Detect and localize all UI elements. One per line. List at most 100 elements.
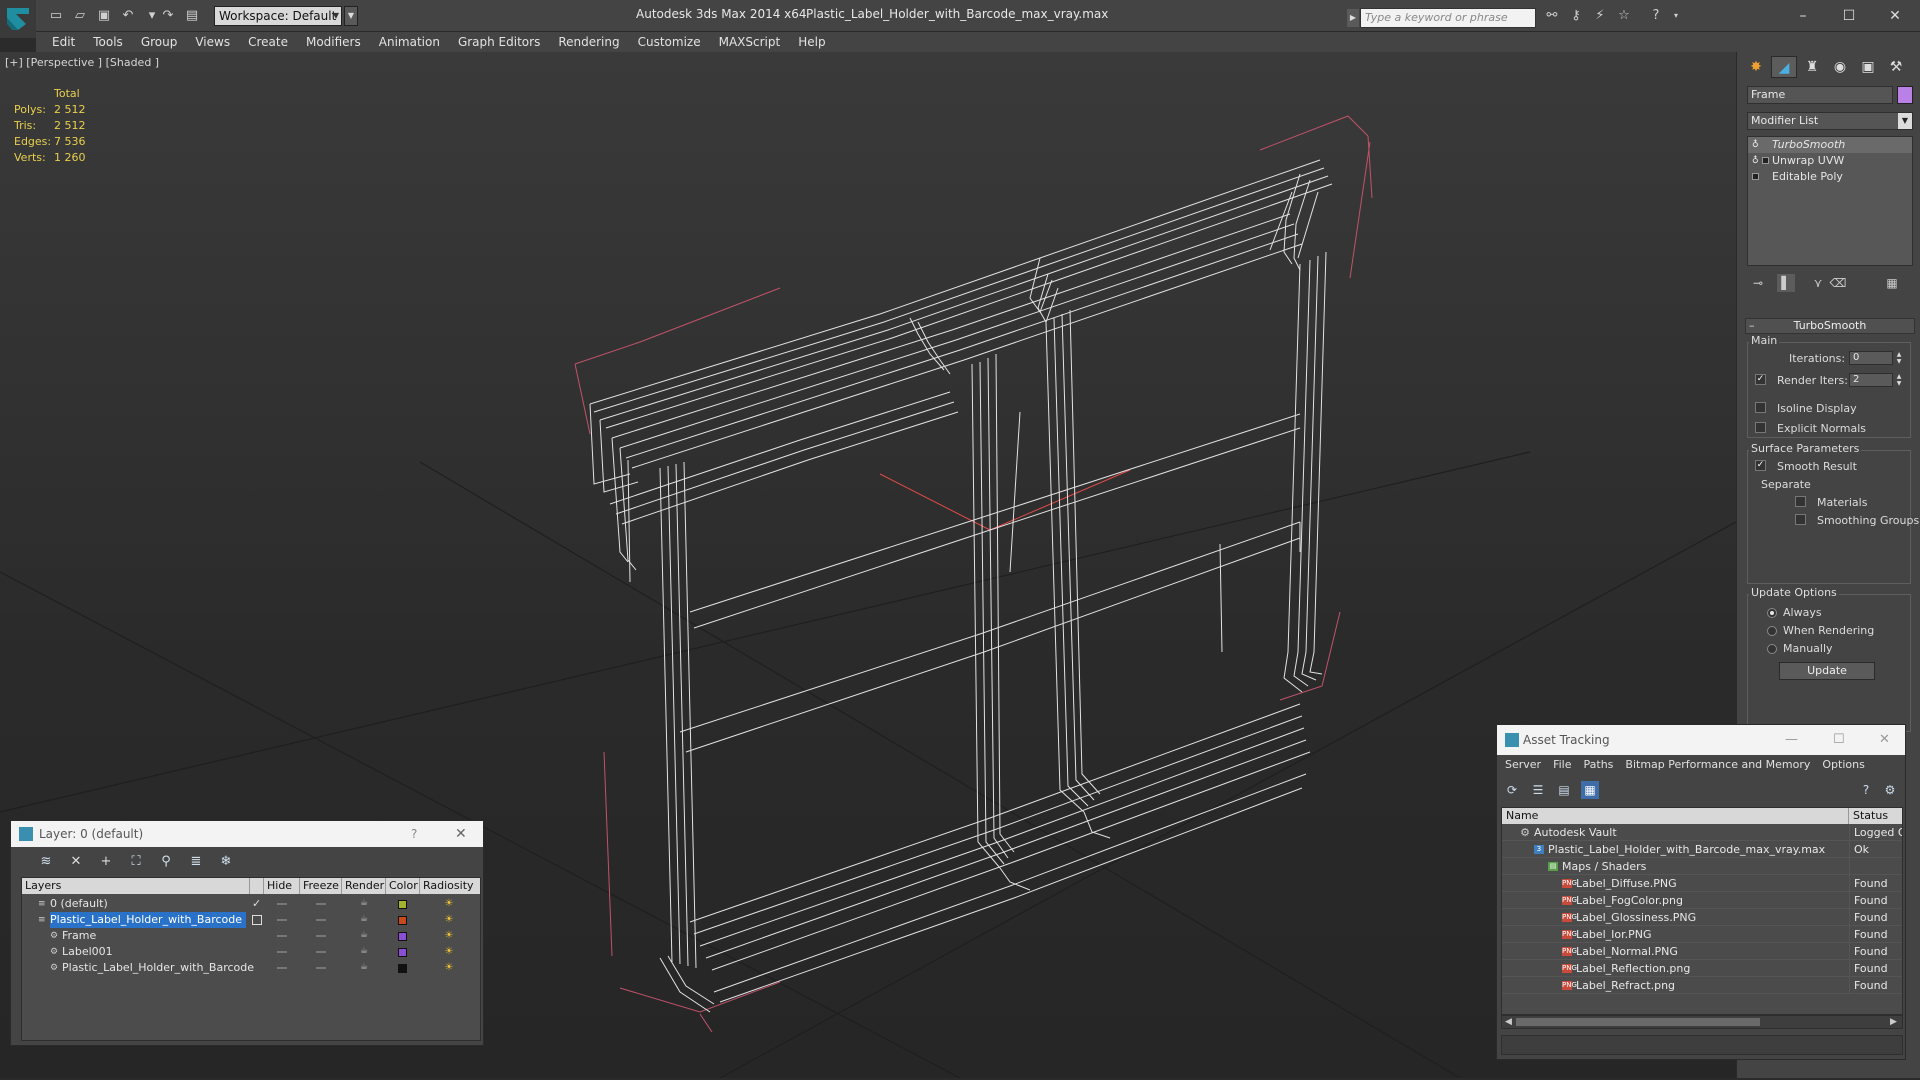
minimize-button[interactable]: – xyxy=(1780,2,1826,30)
object-name-field[interactable]: Frame xyxy=(1747,86,1893,104)
utilities-tab-icon[interactable]: ⚒ xyxy=(1883,56,1909,78)
menu-help[interactable]: Help xyxy=(789,32,834,52)
explicit-normals-checkbox[interactable] xyxy=(1755,422,1766,433)
show-end-result-icon[interactable]: ▌ xyxy=(1777,274,1795,292)
col-render[interactable]: Render xyxy=(342,878,386,894)
stack-item-editable-poly[interactable]: Editable Poly xyxy=(1748,169,1912,185)
render-iters-checkbox[interactable]: ✓ xyxy=(1755,374,1766,385)
asset-row[interactable]: PNG Label_Glossiness.PNG Found xyxy=(1502,909,1902,926)
asset-row[interactable]: 3 Plastic_Label_Holder_with_Barcode_max_v… xyxy=(1502,841,1902,858)
undo-dropdown-icon[interactable]: ▾ xyxy=(144,8,160,24)
always-radio[interactable] xyxy=(1767,608,1777,618)
help-icon[interactable]: ? xyxy=(411,821,417,847)
object-color-swatch[interactable] xyxy=(1897,86,1913,104)
expand-box-icon[interactable] xyxy=(1752,173,1759,180)
menu-rendering[interactable]: Rendering xyxy=(549,32,628,52)
asset-menu-paths[interactable]: Paths xyxy=(1578,755,1620,775)
lightbulb-icon[interactable]: ♁ xyxy=(1752,156,1760,166)
stack-item-unwrap-uvw[interactable]: ♁ Unwrap UVW xyxy=(1748,153,1912,169)
asset-name[interactable]: Label_FogColor.png xyxy=(1576,892,1683,909)
col-hide[interactable]: Hide xyxy=(264,878,300,894)
render-iters-spinner[interactable]: 2 xyxy=(1849,373,1893,387)
layer-name[interactable]: Label001 xyxy=(62,944,117,960)
hide-toggle[interactable] xyxy=(277,903,287,905)
undo-icon[interactable]: ↶ xyxy=(120,8,136,24)
vault-settings-icon[interactable]: ⚙ xyxy=(1881,781,1899,799)
expand-box-icon[interactable] xyxy=(1762,157,1769,164)
menu-graph-editors[interactable]: Graph Editors xyxy=(449,32,549,52)
col-radiosity[interactable]: Radiosity xyxy=(420,878,480,894)
asset-name[interactable]: Label_Ior.PNG xyxy=(1576,926,1652,943)
asset-menu-bitmap[interactable]: Bitmap Performance and Memory xyxy=(1619,755,1816,775)
layer-name[interactable]: 0 (default) xyxy=(50,896,112,912)
isoline-display-checkbox[interactable] xyxy=(1755,402,1766,413)
asset-row[interactable]: ⚙ Autodesk Vault Logged Out xyxy=(1502,824,1902,841)
menu-tools[interactable]: Tools xyxy=(84,32,132,52)
manually-radio[interactable] xyxy=(1767,644,1777,654)
asset-row[interactable]: PNG Label_Ior.PNG Found xyxy=(1502,926,1902,943)
spinner-arrows-icon[interactable]: ▲ ▼ xyxy=(1895,351,1903,365)
remove-modifier-icon[interactable]: ⌫ xyxy=(1829,274,1847,292)
project-folder-icon[interactable]: ▤ xyxy=(184,8,200,24)
scroll-thumb[interactable] xyxy=(1516,1018,1760,1026)
menu-modifiers[interactable]: Modifiers xyxy=(297,32,370,52)
open-file-icon[interactable]: ▱ xyxy=(72,8,88,24)
viewport-label[interactable]: [+] [Perspective ] [Shaded ] xyxy=(5,56,159,69)
asset-dialog-titlebar[interactable]: Asset Tracking — ☐ ✕ xyxy=(1497,725,1905,755)
menu-group[interactable]: Group xyxy=(132,32,187,52)
layer-row[interactable]: ⚙ Frame ☕ ☀ xyxy=(22,928,480,944)
create-layer-icon[interactable]: ≋ xyxy=(37,853,55,871)
freeze-toggle[interactable] xyxy=(316,903,326,905)
configure-sets-icon[interactable]: ▦ xyxy=(1883,274,1901,292)
close-button[interactable]: ✕ xyxy=(1872,2,1918,30)
workspace-select[interactable]: Workspace: Default ▼ xyxy=(214,6,342,26)
lightbulb-icon[interactable]: ♁ xyxy=(1752,140,1760,150)
grid-view-icon[interactable]: ▦ xyxy=(1581,781,1599,799)
layer-row[interactable]: ≡ Plastic_Label_Holder_with_Barcode ☕ ☀ xyxy=(22,912,480,928)
layer-color-swatch[interactable] xyxy=(398,916,407,925)
layer-row[interactable]: ⚙ Label001 ☕ ☀ xyxy=(22,944,480,960)
asset-name[interactable]: Label_Glossiness.PNG xyxy=(1576,909,1696,926)
vault-help-icon[interactable]: ? xyxy=(1857,781,1875,799)
spinner-arrows-icon[interactable]: ▲ ▼ xyxy=(1895,373,1903,387)
scroll-left-icon[interactable]: ◀ xyxy=(1505,1016,1512,1028)
list-view-icon[interactable]: ☰ xyxy=(1529,781,1547,799)
freeze-all-layers-icon[interactable]: ❄ xyxy=(217,853,235,871)
hierarchy-tab-icon[interactable]: ♜ xyxy=(1799,56,1825,78)
asset-name[interactable]: Label_Normal.PNG xyxy=(1576,943,1678,960)
add-to-layer-icon[interactable]: + xyxy=(97,853,115,871)
hide-toggle[interactable] xyxy=(277,951,287,953)
col-color[interactable]: Color xyxy=(386,878,420,894)
stack-item-turbosmooth[interactable]: ♁ TurboSmooth xyxy=(1748,137,1912,153)
asset-name[interactable]: Label_Diffuse.PNG xyxy=(1576,875,1677,892)
app-menu-button[interactable] xyxy=(0,0,36,38)
refresh-icon[interactable]: ⟳ xyxy=(1503,781,1521,799)
col-freeze[interactable]: Freeze xyxy=(300,878,342,894)
quick-access-dropdown[interactable]: ▼ xyxy=(344,6,358,26)
delete-layer-icon[interactable]: ✕ xyxy=(67,853,85,871)
freeze-toggle[interactable] xyxy=(316,967,326,969)
new-file-icon[interactable]: ▭ xyxy=(48,8,64,24)
render-teapot-icon[interactable]: ☕ xyxy=(360,899,370,908)
maximize-button[interactable]: ☐ xyxy=(1826,2,1872,30)
display-tab-icon[interactable]: ▣ xyxy=(1855,56,1881,78)
modify-tab-icon[interactable]: ◢ xyxy=(1771,56,1797,78)
radiosity-icon[interactable]: ☀ xyxy=(442,946,456,958)
key-icon[interactable]: ⚷ xyxy=(1568,8,1584,24)
binoculars-icon[interactable]: ⚯ xyxy=(1544,8,1560,24)
save-file-icon[interactable]: ▣ xyxy=(96,8,112,24)
help-dropdown-icon[interactable]: ▾ xyxy=(1668,8,1684,24)
asset-name[interactable]: Label_Reflection.png xyxy=(1576,960,1690,977)
search-expand-button[interactable]: ▶ xyxy=(1347,9,1359,27)
menu-edit[interactable]: Edit xyxy=(43,32,84,52)
hide-toggle[interactable] xyxy=(277,919,287,921)
maximize-icon[interactable]: ☐ xyxy=(1833,725,1845,755)
radiosity-icon[interactable]: ☀ xyxy=(442,930,456,942)
minimize-icon[interactable]: — xyxy=(1785,725,1798,755)
materials-checkbox[interactable] xyxy=(1795,496,1806,507)
update-button[interactable]: Update xyxy=(1779,662,1875,680)
asset-name[interactable]: Autodesk Vault xyxy=(1534,824,1617,841)
asset-row[interactable]: PNG Label_Refract.png Found xyxy=(1502,977,1902,994)
asset-menu-options[interactable]: Options xyxy=(1816,755,1870,775)
create-tab-icon[interactable]: ✸ xyxy=(1743,56,1769,78)
